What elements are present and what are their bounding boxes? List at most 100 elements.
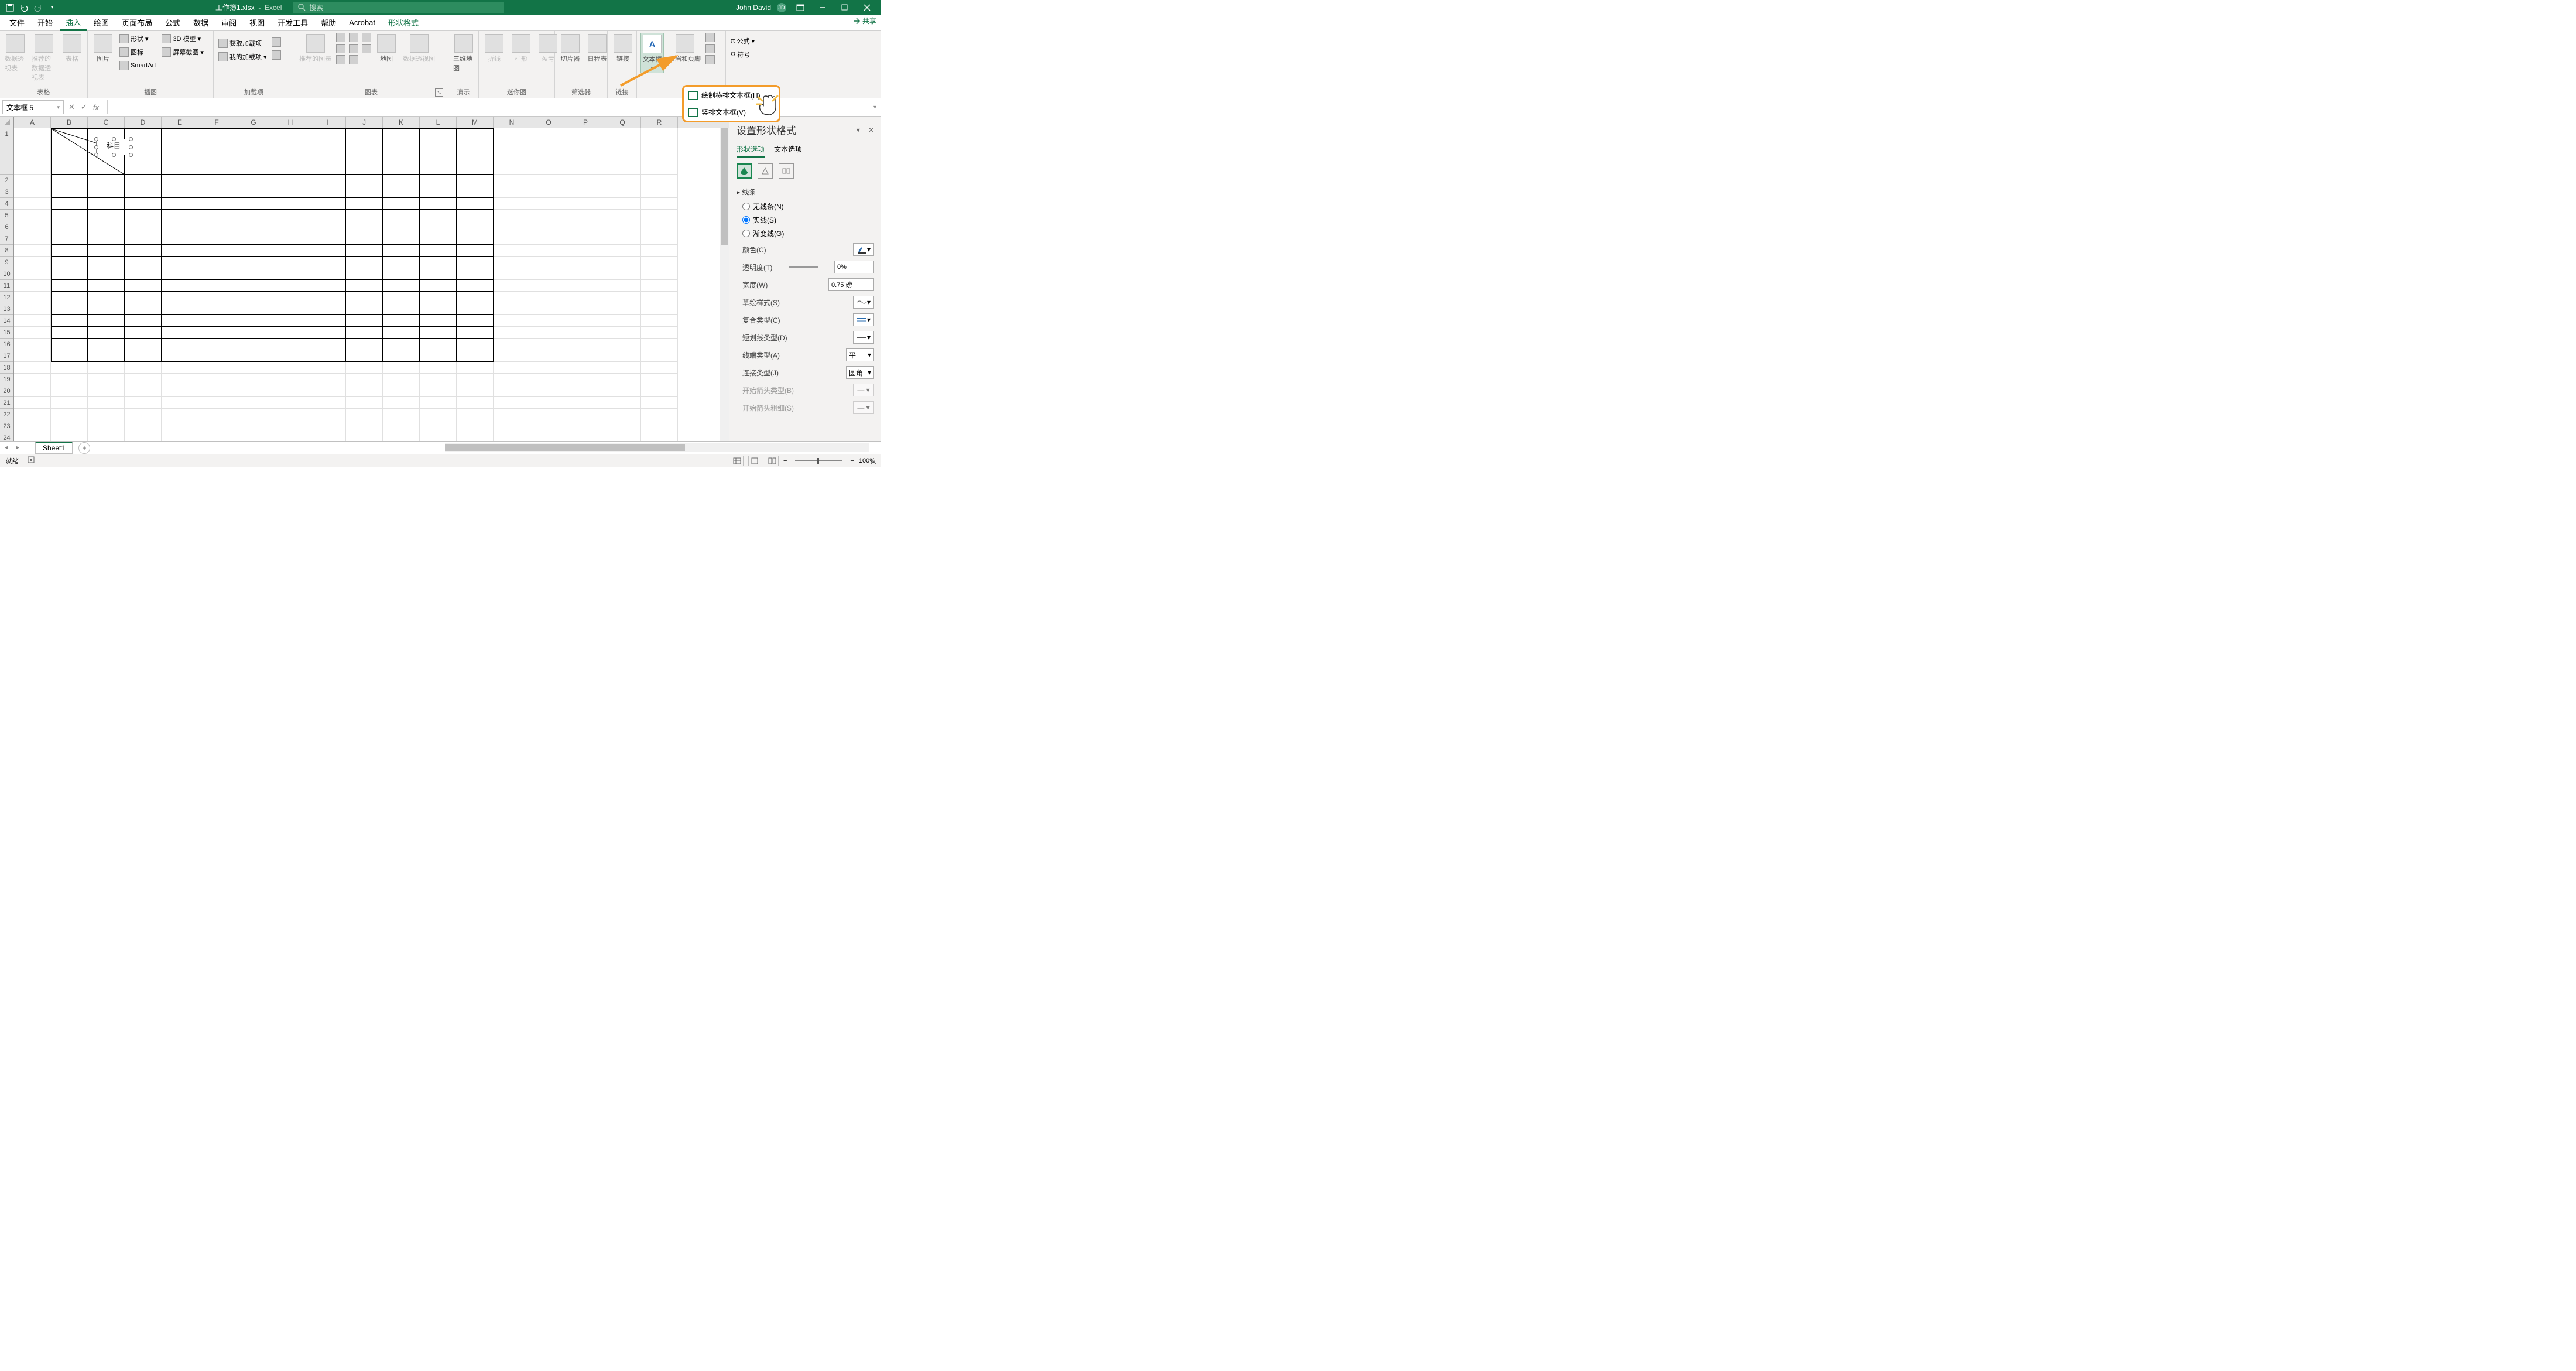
search-box[interactable]: 搜索 [293, 2, 504, 13]
qat-dropdown-icon[interactable]: ▾ [47, 2, 57, 13]
add-sheet-button[interactable]: + [78, 442, 90, 454]
col-D[interactable]: D [125, 117, 162, 128]
col-J[interactable]: J [346, 117, 383, 128]
cells-area[interactable]: 科目 [14, 128, 729, 441]
wordart-icon[interactable] [705, 33, 715, 42]
3d-map-button[interactable]: 三维地图 [452, 33, 475, 74]
fx-icon[interactable]: fx [93, 103, 99, 112]
tab-acrobat[interactable]: Acrobat [343, 16, 381, 29]
col-O[interactable]: O [530, 117, 567, 128]
row-24[interactable]: 24 [0, 432, 13, 441]
gradient-line-radio[interactable]: 渐变线(G) [742, 228, 874, 238]
name-box[interactable]: 文本框 5▾ [2, 100, 64, 114]
sketch-picker[interactable]: ▾ [853, 296, 874, 309]
row-16[interactable]: 16 [0, 339, 13, 350]
sheet-nav-first-icon[interactable]: ◂ [5, 445, 8, 451]
row-10[interactable]: 10 [0, 268, 13, 280]
vertical-scrollbar[interactable] [720, 128, 729, 441]
handle-br[interactable] [129, 153, 133, 157]
textbox-button[interactable]: A文本框▾ [640, 33, 664, 73]
effects-icon[interactable] [758, 163, 773, 179]
sheet-nav-last-icon[interactable]: ▸ [16, 445, 19, 451]
panel-options-icon[interactable]: ▾ [857, 126, 860, 134]
row-20[interactable]: 20 [0, 385, 13, 397]
slicer-button[interactable]: 切片器 [559, 33, 582, 64]
col-N[interactable]: N [494, 117, 530, 128]
minimize-icon[interactable] [814, 0, 831, 15]
spreadsheet-grid[interactable]: A B C D E F G H I J K L M N O P Q R 1234… [0, 117, 729, 441]
col-C[interactable]: C [88, 117, 125, 128]
transparency-input[interactable] [834, 261, 874, 273]
col-L[interactable]: L [420, 117, 457, 128]
tab-review[interactable]: 审阅 [215, 15, 242, 30]
row-12[interactable]: 12 [0, 292, 13, 303]
tab-draw[interactable]: 绘图 [88, 15, 115, 30]
tab-help[interactable]: 帮助 [315, 15, 342, 30]
normal-view-icon[interactable] [731, 456, 744, 466]
zoom-out-icon[interactable]: − [783, 457, 787, 464]
maps-button[interactable]: 地图 [375, 33, 398, 64]
col-K[interactable]: K [383, 117, 420, 128]
avatar[interactable]: JD [777, 3, 786, 12]
col-M[interactable]: M [457, 117, 494, 128]
save-icon[interactable] [5, 2, 15, 13]
symbol-button[interactable]: Ω 符号 [729, 49, 756, 60]
draw-vertical-textbox[interactable]: 竖排文本框(V) [684, 104, 779, 121]
text-options-tab[interactable]: 文本选项 [774, 144, 802, 158]
row-22[interactable]: 22 [0, 409, 13, 420]
tab-data[interactable]: 数据 [187, 15, 214, 30]
row-6[interactable]: 6 [0, 221, 13, 233]
dash-picker[interactable]: ▾ [853, 331, 874, 344]
row-9[interactable]: 9 [0, 257, 13, 268]
draw-horizontal-textbox[interactable]: 绘制横排文本框(H) [684, 87, 779, 104]
col-G[interactable]: G [235, 117, 272, 128]
handle-bl[interactable] [94, 153, 98, 157]
timeline-button[interactable]: 日程表 [585, 33, 609, 64]
join-picker[interactable]: 圆角 ▾ [846, 366, 874, 379]
chart-pie-icon[interactable] [362, 33, 371, 42]
fill-line-icon[interactable] [737, 163, 752, 179]
row-3[interactable]: 3 [0, 186, 13, 198]
tab-view[interactable]: 视图 [244, 15, 270, 30]
solid-line-radio[interactable]: 实线(S) [742, 215, 874, 225]
col-B[interactable]: B [51, 117, 88, 128]
signature-icon[interactable] [705, 44, 715, 53]
3d-models-button[interactable]: 3D 模型 ▾ [160, 33, 205, 45]
row-11[interactable]: 11 [0, 280, 13, 292]
handle-tr[interactable] [129, 137, 133, 141]
redo-icon[interactable] [33, 2, 43, 13]
collapse-ribbon-icon[interactable] [870, 459, 878, 467]
link-button[interactable]: 链接 [611, 33, 635, 64]
select-all-corner[interactable] [0, 117, 14, 128]
smartart-button[interactable]: SmartArt [118, 60, 157, 71]
col-A[interactable]: A [14, 117, 51, 128]
compound-picker[interactable]: ▾ [853, 313, 874, 326]
row-headers[interactable]: 123456789101112131415161718192021222324 [0, 128, 14, 441]
color-picker[interactable]: ▾ [853, 243, 874, 256]
page-layout-icon[interactable] [748, 456, 761, 466]
col-F[interactable]: F [198, 117, 235, 128]
row-7[interactable]: 7 [0, 233, 13, 245]
transparency-slider[interactable] [789, 266, 818, 268]
undo-icon[interactable] [19, 2, 29, 13]
line-section-header[interactable]: ▸ 线条 [737, 187, 874, 197]
chart-line-icon[interactable] [349, 33, 358, 42]
tab-layout[interactable]: 页面布局 [116, 15, 158, 30]
object-icon[interactable] [705, 55, 715, 64]
ribbon-display-icon[interactable] [792, 0, 809, 15]
zoom-slider[interactable] [795, 460, 842, 461]
icons-button[interactable]: 图标 [118, 46, 157, 58]
get-addins-button[interactable]: 获取加载项 [217, 37, 268, 49]
enter-formula-icon[interactable]: ✓ [81, 102, 87, 112]
row-18[interactable]: 18 [0, 362, 13, 374]
share-button[interactable]: 共享 [852, 16, 876, 26]
charts-launcher-icon[interactable]: ↘ [435, 88, 443, 97]
people-graph-icon[interactable] [272, 50, 281, 60]
col-P[interactable]: P [567, 117, 604, 128]
tab-insert[interactable]: 插入 [60, 15, 87, 31]
tab-shape-format[interactable]: 形状格式 [382, 15, 424, 30]
row-4[interactable]: 4 [0, 198, 13, 210]
pictures-button[interactable]: 图片 [91, 33, 115, 64]
tab-home[interactable]: 开始 [32, 15, 59, 30]
row-1[interactable]: 1 [0, 128, 13, 175]
